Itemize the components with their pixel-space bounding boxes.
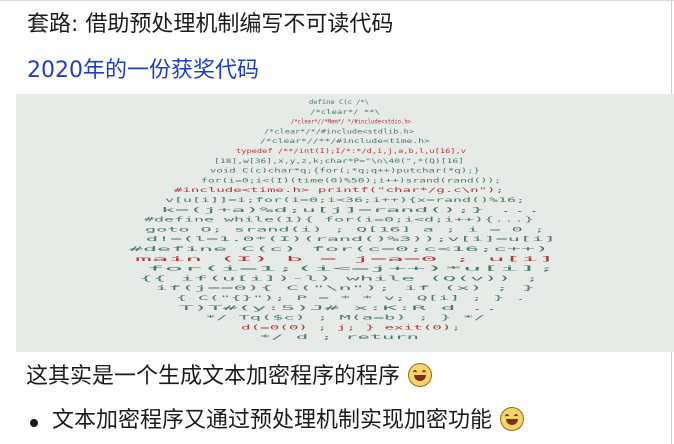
code-art-line: d!=(l=1.0*(I)(rand()%3));v[i]=u[i] bbox=[146, 236, 556, 243]
code-art-line: define C(c /*\ bbox=[309, 99, 369, 106]
slide-subtitle: 2020年的一份获奖代码 bbox=[27, 58, 259, 83]
body-text-label: 这其实是一个生成文本加密程序的程序 bbox=[26, 364, 401, 389]
slide-title: 套路: 借助预处理机制编写不可读代码 bbox=[27, 12, 394, 37]
code-art-line: /*clear*/*/#include<stdlib.h> bbox=[264, 128, 414, 135]
code-art-line: for(i=0;i<(I)(time(0)%50);i++)srand(rand… bbox=[201, 177, 501, 184]
code-art-line: #define C(c) for(c=0;c<16;c++) bbox=[129, 246, 549, 253]
code-art-line: #include<time.h> printf("char*/g.c\n"); bbox=[174, 187, 504, 194]
code-art-line: { C("{}"); P = * * v; Q[i] ; } . bbox=[176, 295, 526, 302]
code-art-line: typedef /**/int(I);I/*:*/d,i,j,a,b,l,u[1… bbox=[236, 148, 466, 155]
laughing-emoji-icon bbox=[408, 363, 433, 387]
code-art-line: for(i=1;(i<=j++)*u[i]; bbox=[146, 266, 556, 273]
code-art-line: d(=0(0) ; j; } exit(0); bbox=[241, 324, 461, 331]
bullet-icon bbox=[30, 419, 38, 427]
code-art-line: {{ if(u[i])-l) while (Q(v)) ; bbox=[139, 275, 539, 282]
code-art-line: void C(c)char*q;{for(;*q;q++)putchar(*q)… bbox=[210, 168, 480, 175]
code-art-line: if(j==0){ C("\n"); if (x) ; } bbox=[155, 285, 536, 292]
bullet-label: 文本加密程序又通过预处理机制实现加密功能 bbox=[52, 408, 493, 433]
obfuscated-code-art: define C(c /*\ /*clear*/ **\ /*clear*//*Me… bbox=[129, 99, 556, 341]
code-art-line: /*clear*//**/#include<time.h> bbox=[260, 138, 430, 145]
code-art-line: goto O; srand(i) ; Q[16] a ; i = 0 ; bbox=[145, 226, 545, 233]
code-art-line: /*clear*//*Mem*/ */#include<stdio.h> bbox=[291, 119, 411, 126]
code-art-line: T)T#(y:5)J# x:K:R d .. bbox=[179, 305, 499, 312]
slide: 套路: 借助预处理机制编写不可读代码 2020年的一份获奖代码 define C… bbox=[0, 0, 674, 444]
body-text: 这其实是一个生成文本加密程序的程序 bbox=[26, 362, 433, 392]
code-art-line: */ d ; return bbox=[259, 334, 420, 341]
code-art-line: [18],w[36],x,y,z,k;char*P="\n\40(",*(Q)[… bbox=[214, 158, 464, 165]
bullet-text: 文本加密程序又通过预处理机制实现加密功能 bbox=[52, 406, 525, 436]
laughing-emoji-icon bbox=[500, 407, 525, 431]
code-art-line: #define while(1){ for(i=0;i<d;i++){...} bbox=[144, 217, 535, 224]
code-art-line: main (I) b = j=a=0 ; u[i] bbox=[135, 256, 555, 263]
code-art-line: */ Tq($c) ; M(a=b) ; } */ bbox=[205, 315, 486, 322]
code-art-line: k=(j+a)%d;u[j]=rand();} ... bbox=[161, 207, 541, 214]
top-divider bbox=[0, 0, 674, 1]
obfuscated-code-image: define C(c /*\ /*clear*/ **\ /*clear*//*Me… bbox=[16, 94, 674, 352]
code-art-line: v[u[i]]=i;for(i=0;i<36;i++){x=rand()%16; bbox=[165, 197, 525, 204]
code-art-line: /*clear*/ **\ bbox=[310, 109, 380, 116]
